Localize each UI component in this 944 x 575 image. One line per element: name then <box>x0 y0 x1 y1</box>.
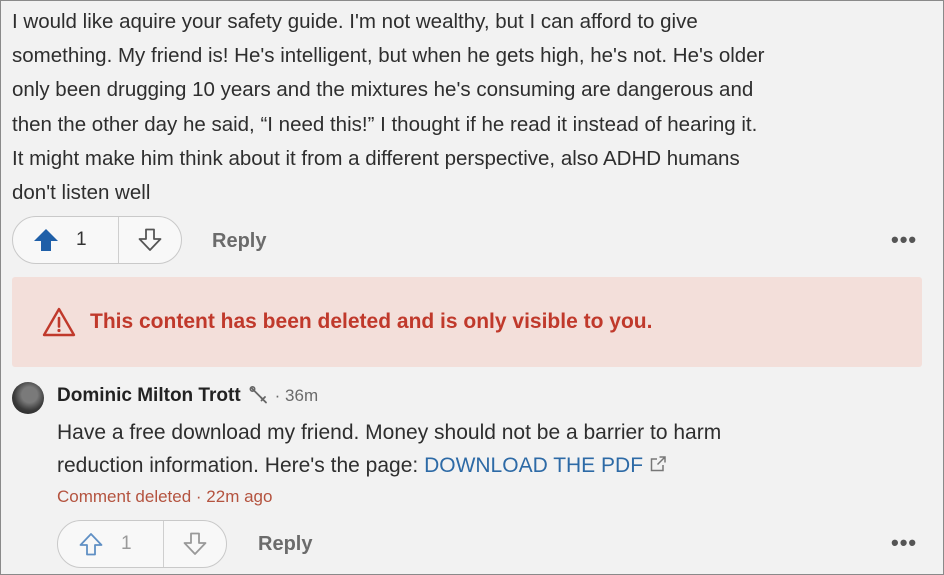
download-pdf-link[interactable]: DOWNLOAD THE PDF <box>424 454 643 477</box>
upvote-filled-icon <box>33 228 59 252</box>
upvote-button[interactable]: 1 <box>13 217 118 263</box>
downvote-button[interactable] <box>164 521 226 567</box>
parent-vote-control: 1 <box>12 216 182 264</box>
comment-line: It might make him think about it from a … <box>12 146 740 170</box>
external-link-icon <box>649 450 667 483</box>
deleted-message: This content has been deleted and is onl… <box>90 310 653 333</box>
comment-timestamp: · 36m <box>274 386 319 405</box>
warning-icon <box>42 307 76 337</box>
comment-line: reduction information. Here's the page: … <box>57 449 917 483</box>
upvote-count: 1 <box>121 533 132 554</box>
author-name[interactable]: Dominic Milton Trott <box>57 385 241 407</box>
reply-button[interactable]: Reply <box>258 533 312 556</box>
upvote-button[interactable]: 1 <box>58 521 163 567</box>
parent-comment-body: I would like aquire your safety guide. I… <box>12 5 932 210</box>
downvote-icon <box>137 228 163 252</box>
downvote-button[interactable] <box>119 217 181 263</box>
comment-line: Have a free download my friend. Money sh… <box>57 421 722 444</box>
reply-vote-control: 1 <box>57 520 227 568</box>
more-options-button[interactable]: ••• <box>891 530 917 556</box>
comment-thread: I would like aquire your safety guide. I… <box>0 0 944 575</box>
deleted-content-banner: This content has been deleted and is onl… <box>12 277 922 367</box>
comment-line: don't listen well <box>12 181 151 205</box>
reply-button[interactable]: Reply <box>212 230 266 253</box>
comment-line: something. My friend is! He's intelligen… <box>12 44 765 68</box>
wrench-icon <box>249 386 271 406</box>
more-options-button[interactable]: ••• <box>891 227 917 253</box>
upvote-count: 1 <box>76 229 87 250</box>
comment-text-segment: reduction information. Here's the page: <box>57 454 425 477</box>
comment-line: only been drugging 10 years and the mixt… <box>12 78 754 102</box>
avatar[interactable] <box>12 382 44 414</box>
downvote-icon <box>182 532 208 556</box>
upvote-outline-icon <box>78 532 104 556</box>
reply-author-line: Dominic Milton Trott · 36m <box>57 385 318 407</box>
reply-comment-body: Have a free download my friend. Money sh… <box>57 416 917 483</box>
comment-line: I would like aquire your safety guide. I… <box>12 10 698 33</box>
comment-deleted-status: Comment deleted · 22m ago <box>57 487 273 506</box>
comment-line: then the other day he said, “I need this… <box>12 112 758 136</box>
